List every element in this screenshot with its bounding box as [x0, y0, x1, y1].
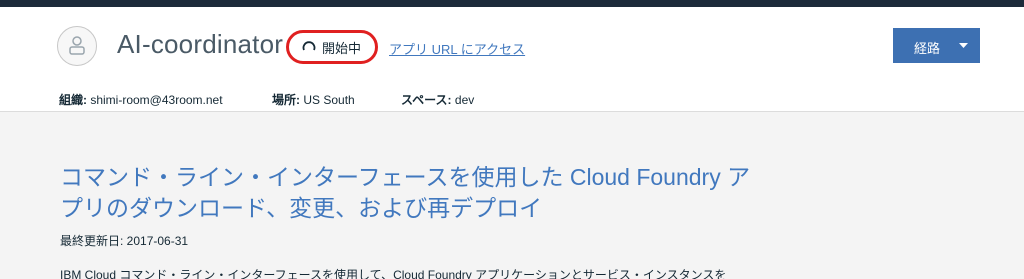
location-info: 場所: US South — [272, 91, 355, 108]
app-header: AI-coordinator 開始中 アプリ URL にアクセス 経路 組織: … — [0, 7, 1024, 112]
status-text: 開始中 — [322, 40, 362, 56]
space-value: dev — [454, 93, 475, 107]
status-badge: 開始中 — [286, 30, 378, 64]
org-label: 組織: — [59, 93, 87, 107]
app-name: AI-coordinator — [117, 29, 284, 59]
route-button[interactable]: 経路 — [893, 28, 980, 63]
doc-title-line-2: プリのダウンロード、変更、および再デプロイ — [60, 195, 543, 221]
doc-title-line-1: コマンド・ライン・インターフェースを使用した Cloud Foundry ア — [60, 164, 751, 190]
location-value: US South — [303, 93, 355, 107]
space-info: スペース: dev — [401, 91, 474, 108]
route-button-label: 経路 — [914, 41, 941, 56]
doc-title: コマンド・ライン・インターフェースを使用した Cloud Foundry ア プ… — [60, 162, 780, 224]
org-value: shimi-room@43room.net — [90, 93, 223, 107]
doc-body-text: IBM Cloud コマンド・ライン・インターフェースを使用して、Cloud F… — [60, 268, 727, 279]
app-icon — [57, 26, 97, 66]
caret-down-icon[interactable] — [959, 43, 968, 49]
space-label: スペース: — [401, 93, 452, 107]
org-info: 組織: shimi-room@43room.net — [59, 91, 223, 108]
last-updated: 最終更新日: 2017-06-31 — [60, 234, 189, 248]
access-app-url-link[interactable]: アプリ URL にアクセス — [389, 39, 525, 58]
doc-content: コマンド・ライン・インターフェースを使用した Cloud Foundry ア プ… — [0, 113, 1024, 279]
spinner-icon — [302, 41, 316, 51]
top-bar — [0, 0, 1024, 7]
location-label: 場所: — [272, 93, 300, 107]
